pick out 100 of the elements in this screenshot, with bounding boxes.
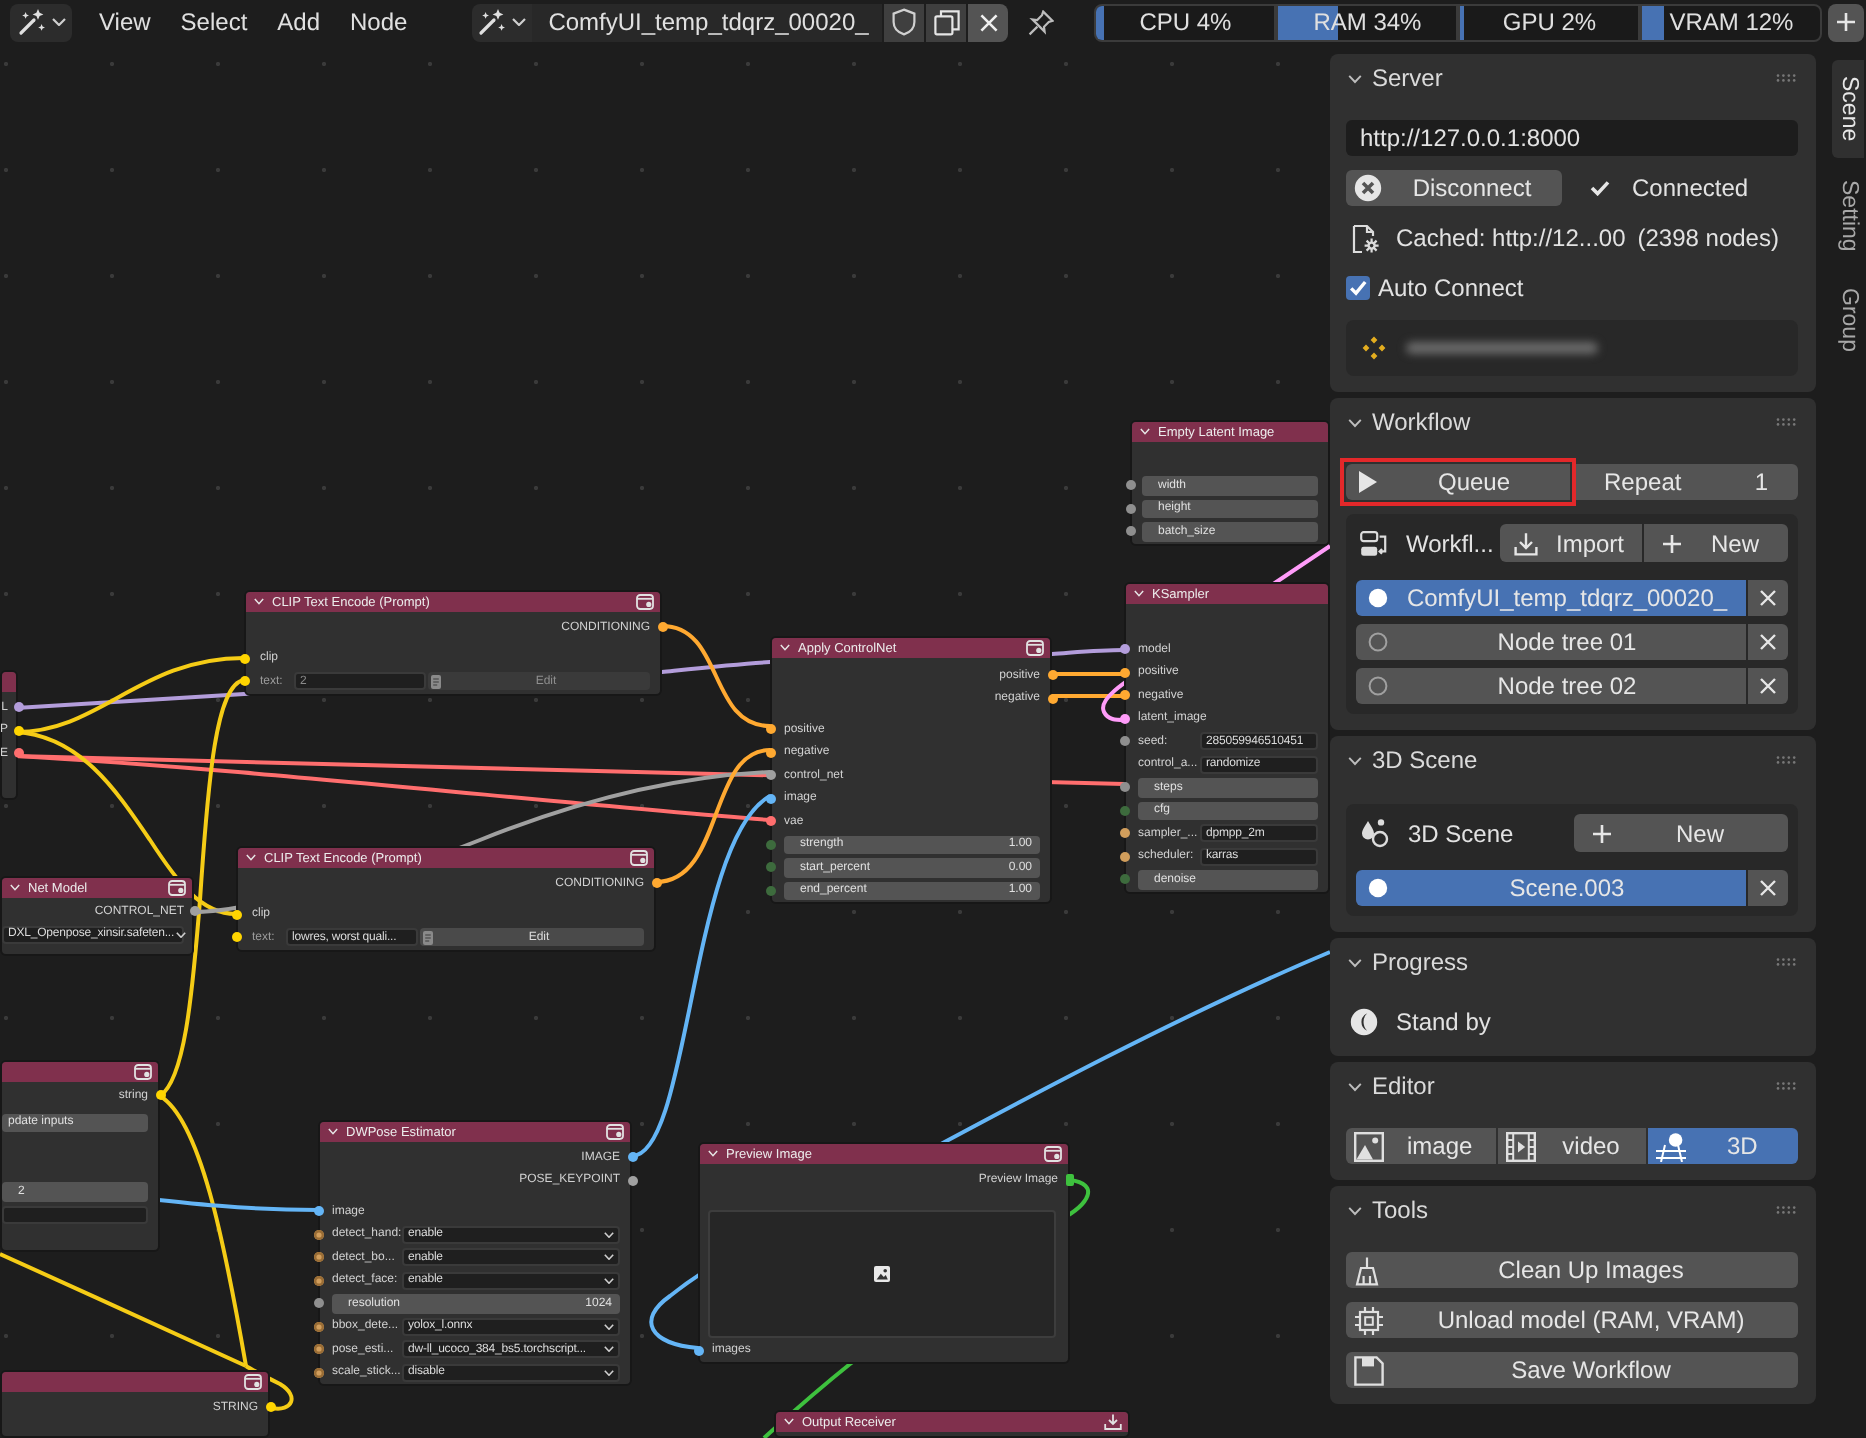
socket-icon[interactable]: [313, 1298, 323, 1309]
pin-icon[interactable]: [1028, 9, 1055, 35]
menu-item[interactable]: Select: [165, 3, 263, 41]
download-icon[interactable]: [1104, 1414, 1122, 1430]
socket-icon[interactable]: [651, 878, 661, 889]
list-item[interactable]: Scene.003: [1356, 870, 1746, 906]
socket-icon[interactable]: [313, 1229, 323, 1240]
socket-icon[interactable]: [693, 1345, 703, 1356]
chevron-down-icon[interactable]: [1348, 1205, 1362, 1215]
socket-icon[interactable]: [313, 1275, 323, 1286]
socket-icon[interactable]: [13, 702, 23, 713]
socket-icon[interactable]: [1119, 828, 1129, 839]
socket-icon[interactable]: [765, 816, 775, 827]
sidebar-tab[interactable]: Group: [1832, 272, 1864, 369]
socket-icon[interactable]: [627, 1152, 637, 1163]
new-button[interactable]: New: [1574, 814, 1788, 852]
socket-icon[interactable]: [265, 1402, 275, 1413]
sidebar-tab[interactable]: Setting: [1832, 163, 1864, 267]
socket-icon[interactable]: [313, 1321, 323, 1332]
socket-icon[interactable]: [1047, 670, 1057, 681]
socket-icon[interactable]: [231, 932, 241, 943]
menu-item[interactable]: Add: [262, 3, 336, 41]
add-button[interactable]: [1828, 3, 1865, 41]
editor-mode-button[interactable]: image: [1346, 1128, 1496, 1164]
queue-button[interactable]: Queue: [1346, 464, 1570, 500]
socket-icon[interactable]: [1047, 693, 1057, 704]
chevron-down-icon[interactable]: [1348, 1081, 1362, 1091]
tool-button[interactable]: Save Workflow: [1346, 1352, 1798, 1388]
menu-item[interactable]: View: [84, 3, 166, 41]
socket-icon[interactable]: [189, 906, 199, 917]
node-tree-name-field[interactable]: ComfyUI_temp_tdqrz_00020_: [532, 3, 883, 41]
socket-icon[interactable]: [231, 909, 241, 920]
window-icon[interactable]: [168, 880, 186, 896]
node-header[interactable]: [2, 1062, 158, 1082]
remove-button[interactable]: [1748, 580, 1788, 616]
window-icon[interactable]: [630, 850, 648, 866]
socket-icon[interactable]: [1119, 851, 1129, 862]
socket-icon[interactable]: [1125, 480, 1135, 491]
list-item[interactable]: Node tree 01: [1356, 624, 1746, 660]
socket-icon[interactable]: [1125, 526, 1135, 537]
socket-icon[interactable]: [765, 747, 775, 758]
node-header[interactable]: [2, 1372, 268, 1392]
window-icon[interactable]: [636, 594, 654, 610]
sidebar-tab[interactable]: Scene: [1832, 60, 1864, 158]
shield-toggle-button[interactable]: [884, 3, 925, 41]
checkbox[interactable]: [1346, 276, 1370, 300]
remove-button[interactable]: [1748, 668, 1788, 704]
window-icon[interactable]: [1044, 1146, 1062, 1162]
socket-icon[interactable]: [1119, 667, 1129, 678]
window-icon[interactable]: [134, 1064, 152, 1080]
socket-icon[interactable]: [1119, 644, 1129, 655]
tool-button[interactable]: Unload model (RAM, VRAM): [1346, 1302, 1798, 1338]
tool-button[interactable]: Clean Up Images: [1346, 1252, 1798, 1288]
chevron-down-icon[interactable]: [1348, 755, 1362, 765]
panel-title[interactable]: Workflow: [1372, 408, 1776, 436]
socket-icon[interactable]: [313, 1206, 323, 1217]
remove-button[interactable]: [1748, 624, 1788, 660]
window-icon[interactable]: [244, 1374, 262, 1390]
close-button[interactable]: [968, 3, 1009, 41]
socket-icon[interactable]: [313, 1367, 323, 1378]
socket-icon[interactable]: [765, 770, 775, 781]
node-tree-type-button[interactable]: [472, 3, 533, 41]
socket-icon[interactable]: [155, 1090, 165, 1101]
duplicate-button[interactable]: [926, 3, 967, 41]
list-item[interactable]: Node tree 02: [1356, 668, 1746, 704]
chevron-down-icon[interactable]: [1348, 417, 1362, 427]
editor-type-button[interactable]: [10, 3, 72, 41]
socket-icon[interactable]: [313, 1252, 323, 1263]
value-field[interactable]: [2, 1205, 148, 1224]
list-item[interactable]: ComfyUI_temp_tdqrz_00020_: [1356, 580, 1746, 616]
repeat-field[interactable]: Repeat 1: [1572, 464, 1798, 500]
grip-icon[interactable]: [1776, 756, 1796, 764]
socket-icon[interactable]: [1119, 713, 1129, 724]
url-field[interactable]: http://127.0.0.1:8000: [1346, 120, 1798, 156]
node-card[interactable]: [318, 1120, 632, 1386]
editor-mode-button[interactable]: video: [1497, 1128, 1647, 1164]
socket-icon[interactable]: [1066, 1173, 1074, 1186]
panel-title[interactable]: Server: [1372, 64, 1776, 92]
panel-title[interactable]: Progress: [1372, 948, 1776, 976]
grip-icon[interactable]: [1776, 958, 1796, 966]
disconnect-button[interactable]: Disconnect: [1346, 170, 1562, 206]
socket-icon[interactable]: [239, 653, 249, 664]
grip-icon[interactable]: [1776, 1082, 1796, 1090]
socket-icon[interactable]: [313, 1344, 323, 1355]
chevron-down-icon[interactable]: [1348, 73, 1362, 83]
panel-title[interactable]: Editor: [1372, 1072, 1776, 1100]
panel-title[interactable]: 3D Scene: [1372, 746, 1776, 774]
socket-icon[interactable]: [1119, 782, 1129, 793]
grip-icon[interactable]: [1776, 74, 1796, 82]
checkbox-label[interactable]: Auto Connect: [1378, 274, 1524, 302]
window-icon[interactable]: [1026, 640, 1044, 656]
socket-icon[interactable]: [657, 622, 667, 633]
socket-icon[interactable]: [627, 1175, 637, 1186]
new-button[interactable]: New: [1644, 524, 1788, 562]
socket-icon[interactable]: [1119, 736, 1129, 747]
socket-icon[interactable]: [1125, 503, 1135, 514]
window-icon[interactable]: [606, 1124, 624, 1140]
grip-icon[interactable]: [1776, 1206, 1796, 1214]
menu-item[interactable]: Node: [335, 3, 423, 41]
panel-title[interactable]: Tools: [1372, 1196, 1776, 1224]
